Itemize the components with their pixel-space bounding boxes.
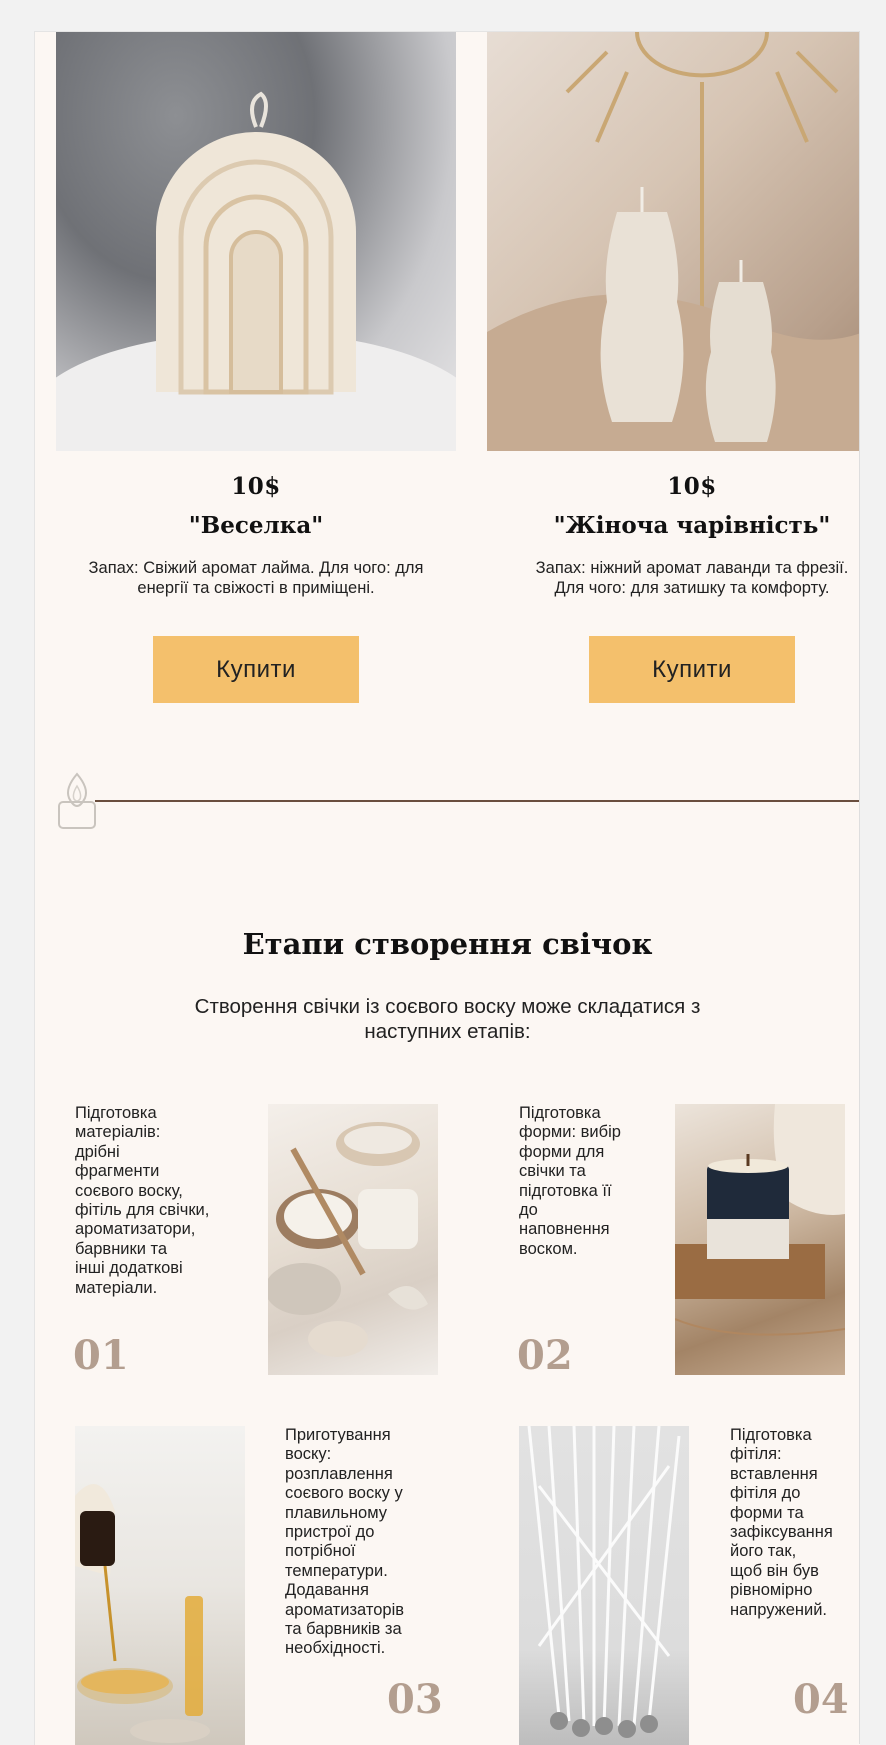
step-text-line: фрагменти: [75, 1162, 160, 1181]
step-number: 03: [387, 1676, 443, 1723]
step-text-line: рівномірно: [730, 1581, 813, 1600]
step-text-line: ароматизаторів: [285, 1600, 404, 1619]
buy-button[interactable]: Купити: [589, 636, 795, 703]
step-text-line: зафіксування: [730, 1523, 833, 1542]
product-price: 10$: [231, 473, 281, 500]
step-text-line: щоб він був: [730, 1561, 819, 1580]
step-text-line: плавильному: [285, 1503, 388, 1522]
steps-subtitle: Створення свічки із соєвого воску може с…: [135, 994, 760, 1044]
steps-title: Етапи створення свічок: [242, 927, 653, 961]
steps-subtitle-line: наступних етапів:: [364, 1020, 531, 1043]
product-card-veselka: 10$ "Веселка" Запах: Свіжий аромат лайма…: [56, 32, 456, 703]
step-number: 02: [517, 1332, 573, 1379]
step-02-text: Підготовка форми: вибір форми для свічки…: [519, 1104, 644, 1259]
step-text-line: ароматизатори,: [75, 1220, 196, 1239]
step-text-line: температури.: [285, 1561, 388, 1580]
step-text-line: воском.: [519, 1239, 578, 1258]
product-description: Запах: Свіжий аромат лайма. Для чого: дл…: [56, 558, 456, 598]
step-text-line: необхідності.: [285, 1639, 386, 1658]
step-text-line: воску:: [285, 1445, 332, 1464]
product-description-line: енергії та свіжості в приміщені.: [137, 579, 375, 597]
step-text-line: підготовка її: [519, 1181, 612, 1200]
steps-subtitle-line: Створення свічки із соєвого воску може с…: [194, 995, 701, 1018]
product-name: "Веселка": [188, 512, 324, 539]
product-card-zhinocha-charivnist: 10$ "Жіноча чарівність" Запах: ніжний ар…: [487, 32, 860, 703]
step-text-line: Підготовка: [519, 1104, 601, 1122]
step-text-line: форми для: [519, 1142, 605, 1161]
buy-button[interactable]: Купити: [153, 636, 359, 703]
step-text-line: Приготування: [285, 1426, 391, 1444]
step-text-line: до: [519, 1201, 538, 1220]
step-text-line: та барвників за: [285, 1620, 402, 1639]
step-text-line: фітіль для свічки,: [75, 1201, 210, 1220]
step-04-text: Підготовка фітіля: вставлення фітіля до …: [730, 1426, 855, 1620]
step-text-line: соєвого воску,: [75, 1181, 183, 1200]
step-04-image: [519, 1426, 689, 1745]
step-number: 01: [73, 1332, 129, 1379]
step-text-line: форми та: [730, 1503, 804, 1522]
step-text-line: наповнення: [519, 1220, 610, 1239]
product-image-arch-candle[interactable]: [56, 32, 456, 451]
step-text-line: фітіля:: [730, 1445, 782, 1464]
step-03-text: Приготування воску: розплавлення соєвого…: [285, 1426, 455, 1659]
product-description: Запах: ніжний аромат лаванди та фрезії. …: [487, 558, 860, 598]
product-image-body-candles[interactable]: [487, 32, 860, 451]
step-text-line: Підготовка: [730, 1426, 812, 1444]
product-description-line: Запах: Свіжий аромат лайма. Для чого: дл…: [88, 559, 424, 577]
step-text-line: інші додаткові: [75, 1259, 183, 1278]
step-text-line: матеріали.: [75, 1278, 158, 1297]
step-text-line: потрібної: [285, 1542, 356, 1561]
wicks-illustration: [527, 1426, 681, 1738]
step-text-line: Підготовка: [75, 1104, 157, 1122]
step-text-line: фітіля до: [730, 1484, 801, 1503]
scrollbar-track-border: [859, 31, 860, 1744]
step-text-line: барвники та: [75, 1239, 168, 1258]
product-description-line: Запах: ніжний аромат лаванди та фрезії.: [535, 559, 849, 577]
candle-icon: [58, 772, 96, 829]
body-candles-illustration: [487, 32, 860, 451]
jar-candle-illustration: [675, 1104, 845, 1336]
step-text-line: соєвого воску у: [285, 1484, 403, 1503]
divider-line: [95, 800, 860, 802]
step-03-image: [75, 1426, 245, 1745]
arch-candle-illustration: [56, 91, 456, 451]
step-text-line: розплавлення: [285, 1464, 393, 1483]
step-text-line: свічки та: [519, 1162, 586, 1181]
section-divider: [55, 770, 860, 830]
materials-illustration: [268, 1122, 428, 1357]
product-description-line: Для чого: для затишку та комфорту.: [554, 579, 830, 597]
step-text-line: Додавання: [285, 1581, 369, 1600]
scrollbar[interactable]: [859, 31, 886, 1744]
step-02-image: [675, 1104, 845, 1375]
step-text-line: пристрої до: [285, 1523, 375, 1542]
step-01-image: [268, 1104, 438, 1375]
product-name: "Жіноча чарівність": [553, 512, 831, 539]
step-text-line: його так,: [730, 1542, 797, 1561]
melting-wax-illustration: [75, 1484, 210, 1743]
step-number: 04: [793, 1676, 849, 1723]
step-text-line: вставлення: [730, 1464, 818, 1483]
step-01-text: Підготовка матеріалів: дрібні фрагменти …: [75, 1104, 240, 1298]
product-price: 10$: [667, 473, 717, 500]
step-text-line: матеріалів:: [75, 1123, 161, 1142]
step-text-line: форми: вибір: [519, 1123, 621, 1142]
step-text-line: дрібні: [75, 1142, 120, 1161]
step-text-line: напружений.: [730, 1600, 827, 1619]
page: 10$ "Веселка" Запах: Свіжий аромат лайма…: [34, 31, 860, 1745]
